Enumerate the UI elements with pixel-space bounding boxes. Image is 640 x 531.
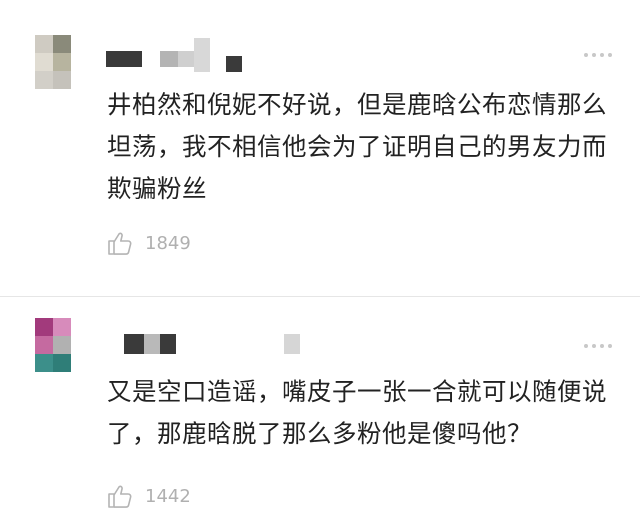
more-options-icon[interactable] xyxy=(584,53,612,57)
like-button[interactable]: 1442 xyxy=(107,483,191,509)
avatar[interactable] xyxy=(35,318,71,372)
redaction-block xyxy=(106,51,142,67)
redaction-block xyxy=(124,334,144,354)
avatar-pixel xyxy=(35,35,53,53)
like-count: 1849 xyxy=(145,232,191,254)
avatar-pixel xyxy=(53,336,71,354)
username-redacted[interactable] xyxy=(106,38,242,72)
redaction-block xyxy=(226,56,242,72)
avatar-pixel xyxy=(35,318,53,336)
thumbs-up-icon xyxy=(108,485,132,508)
redaction-block xyxy=(284,334,300,354)
avatar-pixel xyxy=(35,354,53,372)
avatar-pixel xyxy=(35,71,53,89)
redaction-block xyxy=(178,51,194,67)
redaction-block xyxy=(144,334,160,354)
comment-item: 井柏然和倪妮不好说，但是鹿晗公布恋情那么坦荡，我不相信他会为了证明自己的男友力而… xyxy=(0,0,640,297)
avatar-pixel xyxy=(53,71,71,89)
avatar-pixel xyxy=(53,35,71,53)
more-options-icon[interactable] xyxy=(584,344,612,348)
redaction-block xyxy=(176,334,284,354)
redaction-block xyxy=(160,51,178,67)
like-button[interactable]: 1849 xyxy=(107,230,191,256)
redaction-block xyxy=(194,38,210,72)
avatar-pixel xyxy=(35,53,53,71)
comment-item: 又是空口造谣，嘴皮子一张一合就可以随便说了，那鹿晗脱了那么多粉他是傻吗他？ 14… xyxy=(0,297,640,531)
avatar-pixel xyxy=(53,53,71,71)
username-redacted[interactable] xyxy=(124,333,300,355)
avatar-pixel xyxy=(53,318,71,336)
avatar-pixel xyxy=(53,354,71,372)
redaction-block xyxy=(142,51,160,67)
like-count: 1442 xyxy=(145,485,191,507)
redaction-block xyxy=(210,51,226,67)
avatar-pixel xyxy=(35,336,53,354)
thumbs-up-icon xyxy=(108,232,132,255)
redaction-block xyxy=(160,334,176,354)
avatar[interactable] xyxy=(35,35,71,89)
comment-text: 又是空口造谣，嘴皮子一张一合就可以随便说了，那鹿晗脱了那么多粉他是傻吗他？ xyxy=(107,377,607,448)
comment-text: 井柏然和倪妮不好说，但是鹿晗公布恋情那么坦荡，我不相信他会为了证明自己的男友力而… xyxy=(107,90,607,203)
